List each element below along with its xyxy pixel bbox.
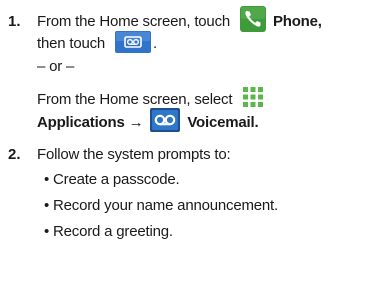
phone-icon bbox=[239, 6, 266, 33]
step-1-comma: , bbox=[317, 13, 322, 30]
arrow-icon: → bbox=[128, 114, 144, 131]
voicemail-app-icon bbox=[150, 108, 181, 133]
voicemail-button-icon bbox=[115, 31, 152, 54]
voicemail-label: Voicemail bbox=[187, 114, 255, 131]
phone-label: Phone bbox=[272, 13, 318, 30]
step-1-then-text: then touch bbox=[37, 35, 106, 52]
step-1-alt-line-1: From the Home screen, select bbox=[37, 87, 264, 110]
step-1-period: . bbox=[153, 35, 157, 52]
step-1-alt-text: From the Home screen, select bbox=[37, 91, 233, 108]
or-separator: – or – bbox=[37, 58, 75, 75]
step-1-line-1: From the Home screen, touch Phone, bbox=[37, 6, 322, 33]
step-2-intro: Follow the system prompts to: bbox=[37, 146, 231, 163]
step-1-alt-line-2: Applications → Voicemail. bbox=[37, 108, 259, 133]
list-item: • Record a greeting. bbox=[44, 223, 173, 240]
instructions-page: 1. From the Home screen, touch Phone, th… bbox=[0, 0, 372, 281]
step-1-text: From the Home screen, touch bbox=[37, 13, 231, 30]
applications-icon bbox=[242, 86, 264, 108]
step-1-number: 1. bbox=[8, 13, 21, 30]
list-item: • Create a passcode. bbox=[44, 171, 180, 188]
list-item: • Record your name announcement. bbox=[44, 197, 278, 214]
step-2-number: 2. bbox=[8, 146, 21, 163]
step-1-alt-period: . bbox=[254, 114, 259, 131]
step-1-line-2: then touch . bbox=[37, 31, 157, 54]
applications-label: Applications bbox=[37, 114, 125, 131]
